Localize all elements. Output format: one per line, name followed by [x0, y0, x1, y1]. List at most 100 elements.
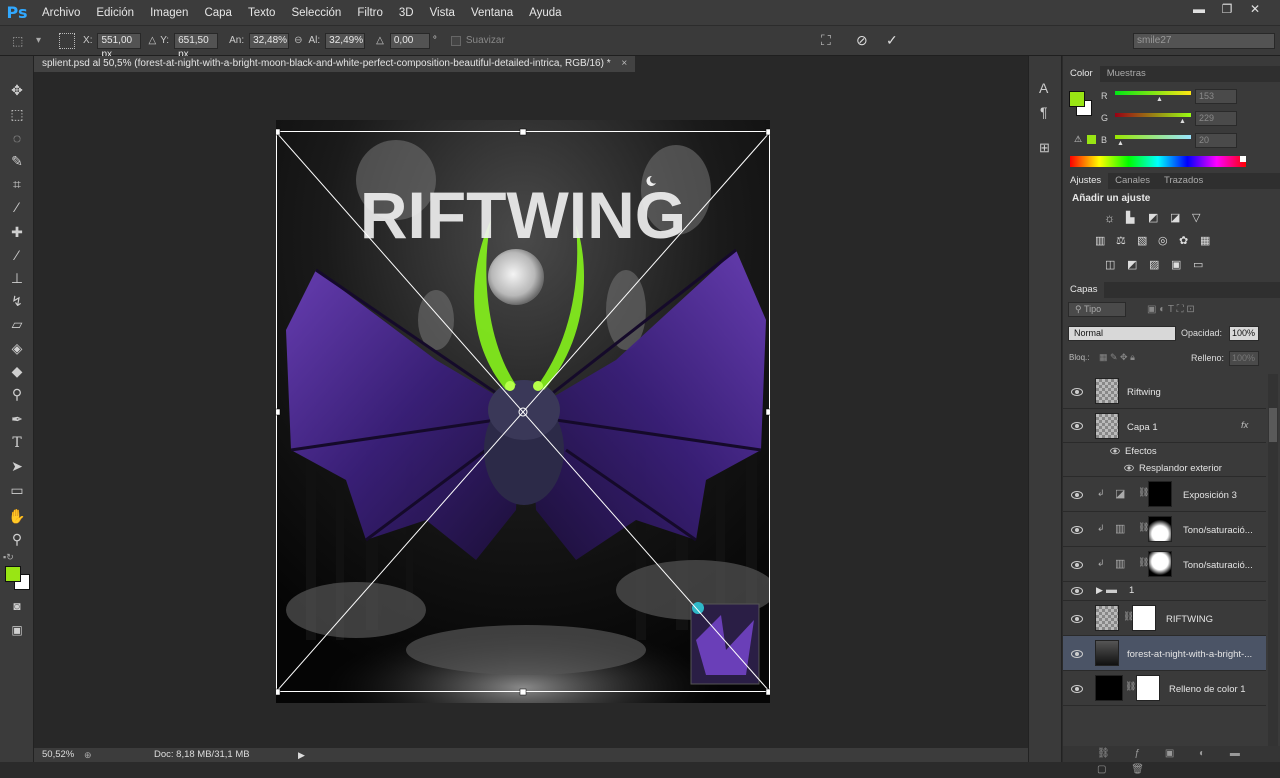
hue-saturation-icon[interactable]: ▥: [1095, 234, 1105, 247]
layer-filter-select[interactable]: ⚲ Tipo: [1068, 302, 1126, 317]
share-icon[interactable]: ⊕: [84, 748, 92, 762]
color-balance-icon[interactable]: ⚖: [1116, 234, 1126, 247]
tab-canales[interactable]: Canales: [1108, 173, 1157, 189]
effect-eye-icon[interactable]: [1124, 464, 1134, 472]
layer-row[interactable]: ⛓ RIFTWING: [1063, 601, 1266, 636]
delta-icon[interactable]: △: [148, 35, 156, 46]
menu-imagen[interactable]: Imagen: [142, 7, 196, 19]
tab-color[interactable]: Color: [1063, 66, 1100, 82]
quick-mask-icon[interactable]: ◙: [7, 596, 27, 616]
menu-3d[interactable]: 3D: [391, 7, 422, 19]
y-field[interactable]: 651,50 px: [174, 32, 219, 60]
smooth-checkbox[interactable]: [450, 35, 461, 46]
history-brush-tool-icon[interactable]: ↯: [7, 291, 27, 311]
menu-seleccion[interactable]: Selección: [283, 7, 349, 19]
layers-scrollbar-thumb[interactable]: [1269, 408, 1277, 442]
width-field[interactable]: 32,48%: [249, 32, 290, 49]
color-spectrum-bar[interactable]: [1070, 156, 1246, 167]
close-button[interactable]: ✕: [1240, 0, 1270, 18]
lasso-tool-icon[interactable]: ◌: [7, 128, 27, 148]
visibility-eye-icon[interactable]: [1071, 615, 1083, 623]
menu-ayuda[interactable]: Ayuda: [521, 7, 569, 19]
menu-edicion[interactable]: Edición: [88, 7, 142, 19]
properties-panel-icon[interactable]: ⊞: [1039, 140, 1050, 156]
reference-point-icon[interactable]: [59, 32, 76, 49]
layer-row[interactable]: Capa 1 fx: [1063, 409, 1266, 443]
menu-ventana[interactable]: Ventana: [463, 7, 521, 19]
group-row[interactable]: ▶ ▬ 1: [1063, 582, 1266, 601]
g-slider[interactable]: [1115, 113, 1191, 117]
layer-row[interactable]: ↲ ▥ ⛓ Tono/saturació...: [1063, 512, 1266, 547]
visibility-eye-icon[interactable]: [1071, 685, 1083, 693]
menu-filtro[interactable]: Filtro: [349, 7, 391, 19]
effects-eye-icon[interactable]: [1110, 447, 1120, 455]
paint-bucket-tool-icon[interactable]: ◈: [7, 338, 27, 358]
color-fg-swatch[interactable]: [1069, 91, 1085, 107]
visibility-eye-icon[interactable]: [1071, 491, 1083, 499]
path-selection-tool-icon[interactable]: ➤: [7, 456, 27, 476]
layers-bottom-icons[interactable]: ⛓ ƒ ▣ ◐ ▬ ▢ 🗑︎: [1063, 746, 1280, 775]
brightness-icon[interactable]: ☼: [1104, 211, 1115, 225]
workspace-select[interactable]: smile27: [1133, 32, 1275, 49]
r-value[interactable]: 153: [1195, 89, 1237, 104]
foreground-color-swatch[interactable]: [5, 566, 21, 582]
b-slider-thumb-icon[interactable]: ▲: [1117, 140, 1124, 147]
move-tool-icon[interactable]: ✥: [7, 80, 27, 100]
screen-mode-icon[interactable]: ▣: [7, 620, 27, 640]
color-lookup-icon[interactable]: ▦: [1200, 234, 1210, 247]
marquee-tool-icon[interactable]: ⬚: [7, 104, 27, 124]
exposure-icon[interactable]: ◪: [1170, 211, 1180, 224]
minimize-button[interactable]: ▬: [1184, 0, 1214, 18]
x-field[interactable]: 551,00 px: [97, 32, 142, 60]
visibility-eye-icon[interactable]: [1071, 388, 1083, 396]
warp-icon[interactable]: ⛶: [821, 32, 831, 49]
fill-field[interactable]: 100%: [1229, 351, 1259, 366]
tab-trazados[interactable]: Trazados: [1157, 173, 1210, 189]
rectangle-tool-icon[interactable]: ▭: [7, 480, 27, 500]
height-field[interactable]: 32,49%: [325, 32, 366, 49]
tool-preset-chevron-icon[interactable]: ▾: [36, 35, 41, 46]
eraser-tool-icon[interactable]: ▱: [7, 314, 27, 334]
layer-row[interactable]: ↲ ◪ ⛓ Exposición 3: [1063, 477, 1266, 512]
gradient-map-icon[interactable]: ▣: [1171, 258, 1181, 271]
status-menu-arrow-icon[interactable]: ▶: [298, 748, 305, 762]
type-tool-icon[interactable]: T: [7, 433, 27, 453]
document-tab-close-icon[interactable]: ×: [621, 58, 627, 69]
zoom-tool-icon[interactable]: ⚲: [7, 529, 27, 549]
pen-tool-icon[interactable]: ✒: [7, 409, 27, 429]
visibility-eye-icon[interactable]: [1071, 526, 1083, 534]
hand-tool-icon[interactable]: ✋: [7, 506, 27, 526]
zoom-level[interactable]: 50,52%: [42, 748, 74, 762]
paragraph-panel-icon[interactable]: ¶: [1040, 104, 1048, 120]
document-tab[interactable]: splient.psd al 50,5% (forest-at-night-wi…: [34, 56, 636, 72]
tab-ajustes[interactable]: Ajustes: [1063, 173, 1109, 189]
channel-mixer-icon[interactable]: ✿: [1179, 234, 1188, 247]
group-expand-arrow-icon[interactable]: ▶: [1096, 585, 1103, 596]
layer-row[interactable]: ↲ ▥ ⛓ Tono/saturació...: [1063, 547, 1266, 582]
gamut-color-swatch[interactable]: [1087, 135, 1096, 144]
effects-row[interactable]: Efectos: [1063, 443, 1266, 460]
spectrum-white-swatch[interactable]: [1240, 156, 1246, 162]
eyedropper-tool-icon[interactable]: ⁄: [7, 197, 27, 217]
clone-stamp-tool-icon[interactable]: ⊥: [7, 268, 27, 288]
effect-row[interactable]: Resplandor exterior: [1063, 460, 1266, 477]
commit-transform-icon[interactable]: ✓: [886, 32, 898, 49]
blend-mode-select[interactable]: Normal: [1068, 326, 1176, 341]
crop-tool-icon[interactable]: ⌗: [7, 174, 27, 194]
brush-tool-icon[interactable]: ⁄: [7, 245, 27, 265]
menu-vista[interactable]: Vista: [422, 7, 463, 19]
b-value[interactable]: 20: [1195, 133, 1237, 148]
levels-icon[interactable]: ▙: [1126, 211, 1134, 224]
g-value[interactable]: 229: [1195, 111, 1237, 126]
vibrance-icon[interactable]: ▽: [1192, 211, 1200, 224]
curves-icon[interactable]: ◩: [1148, 211, 1158, 224]
gamut-warning-icon[interactable]: ⚠: [1074, 134, 1082, 145]
posterize-icon[interactable]: ◩: [1127, 258, 1137, 271]
blur-tool-icon[interactable]: ◆: [7, 361, 27, 381]
photo-filter-icon[interactable]: ◎: [1158, 234, 1168, 247]
tab-capas[interactable]: Capas: [1063, 282, 1105, 298]
selective-color-icon[interactable]: ▭: [1193, 258, 1203, 271]
layer-row[interactable]: ⛓ Relleno de color 1: [1063, 671, 1266, 706]
tab-muestras[interactable]: Muestras: [1100, 66, 1153, 82]
threshold-icon[interactable]: ▨: [1149, 258, 1159, 271]
